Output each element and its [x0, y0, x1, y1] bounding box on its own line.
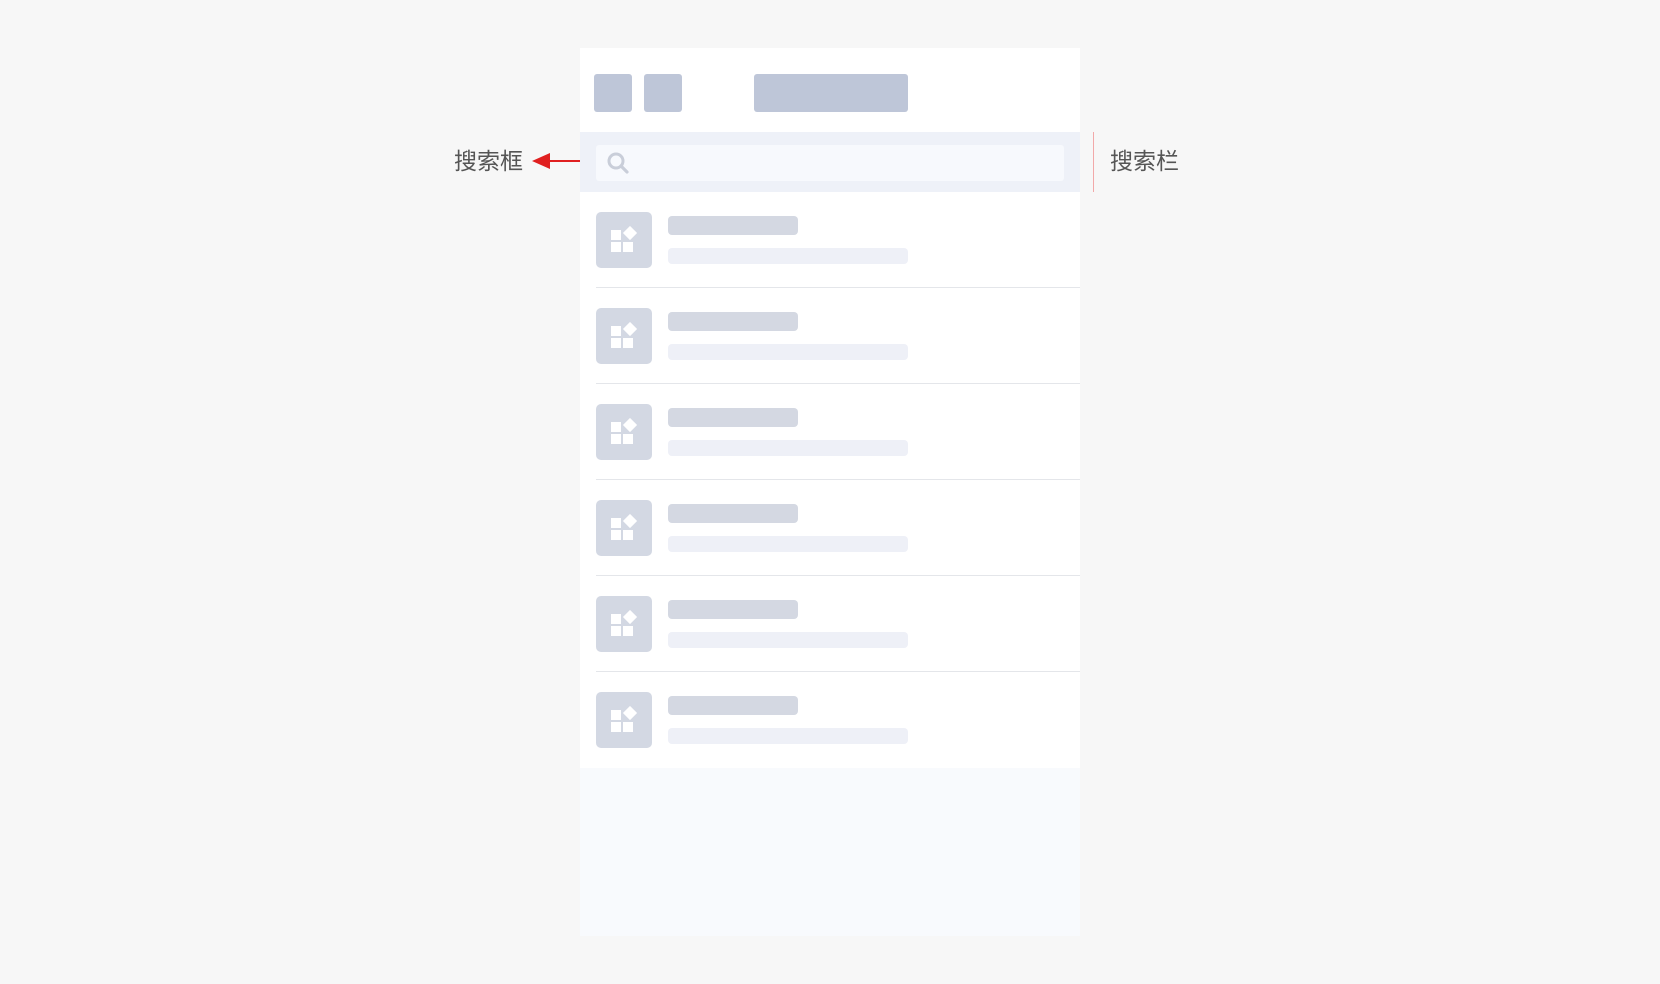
list-item[interactable] — [580, 192, 1080, 288]
list-item[interactable] — [580, 576, 1080, 672]
list-item[interactable] — [580, 672, 1080, 768]
list-item[interactable] — [580, 384, 1080, 480]
close-button[interactable] — [644, 74, 682, 112]
nav-header — [580, 48, 1080, 132]
item-title-placeholder — [668, 696, 798, 715]
apps-icon — [611, 514, 638, 540]
list-item[interactable] — [580, 480, 1080, 576]
search-box-annotation: 搜索框 — [454, 149, 523, 175]
item-subtitle-placeholder — [668, 632, 908, 648]
item-title-placeholder — [668, 600, 798, 619]
apps-icon — [611, 706, 638, 732]
back-button[interactable] — [594, 74, 632, 112]
item-subtitle-placeholder — [668, 248, 908, 264]
app-tile — [596, 308, 652, 364]
item-title-placeholder — [668, 408, 798, 427]
page-title-placeholder — [754, 74, 908, 112]
apps-icon — [611, 610, 638, 636]
search-icon — [607, 152, 629, 174]
app-tile — [596, 212, 652, 268]
app-tile — [596, 692, 652, 748]
item-title-placeholder — [668, 504, 798, 523]
app-list — [580, 192, 1080, 768]
item-subtitle-placeholder — [668, 440, 908, 456]
app-tile — [596, 500, 652, 556]
search-bar — [580, 132, 1080, 192]
item-subtitle-placeholder — [668, 344, 908, 360]
search-input[interactable] — [596, 145, 1064, 181]
app-tile — [596, 404, 652, 460]
search-bar-annotation: 搜索栏 — [1110, 149, 1179, 175]
app-tile — [596, 596, 652, 652]
list-item[interactable] — [580, 288, 1080, 384]
item-subtitle-placeholder — [668, 536, 908, 552]
search-bar-bracket — [1093, 132, 1094, 192]
apps-icon — [611, 322, 638, 348]
apps-icon — [611, 226, 638, 252]
item-subtitle-placeholder — [668, 728, 908, 744]
phone-screen — [580, 48, 1080, 936]
apps-icon — [611, 418, 638, 444]
item-title-placeholder — [668, 216, 798, 235]
item-title-placeholder — [668, 312, 798, 331]
